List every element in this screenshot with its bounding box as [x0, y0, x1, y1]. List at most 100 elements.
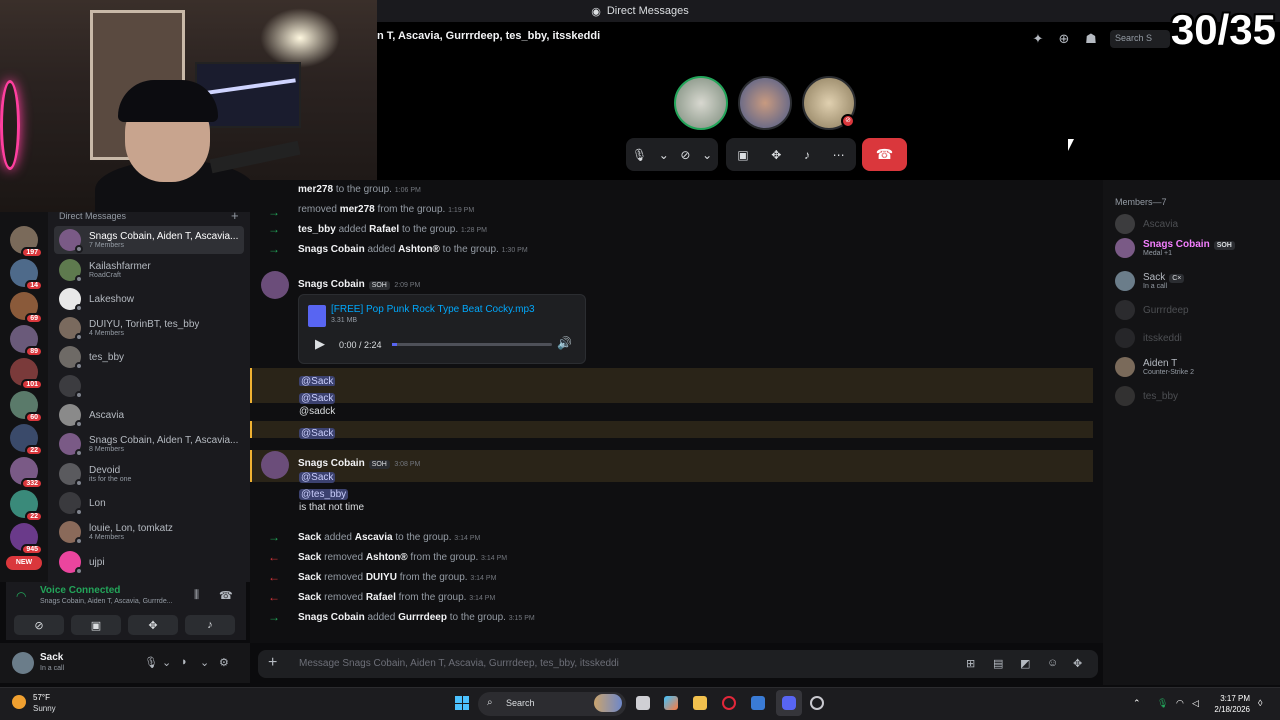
server-icon[interactable]: 22 [10, 424, 43, 456]
mic-icon[interactable]: 🎙 [144, 656, 158, 669]
disconnect-icon[interactable]: ☎ [219, 589, 233, 602]
chevron-up-icon[interactable]: ⌃ [1133, 698, 1141, 709]
play-icon[interactable]: ▶ [315, 336, 325, 352]
dm-item[interactable]: Snags Cobain, Aiden T, Ascavia... 8 Membe… [54, 430, 244, 458]
volume-icon[interactable]: 🔊 [557, 336, 572, 350]
store-icon[interactable] [751, 696, 765, 710]
chevron-down-icon[interactable]: ⌄ [659, 148, 669, 162]
gear-icon[interactable]: ⚙ [219, 656, 229, 669]
wifi-icon[interactable]: ◠ [1176, 698, 1184, 709]
hangup-button[interactable]: ☎ [862, 138, 907, 171]
dm-item[interactable]: Kailashfarmer RoadCraft [54, 256, 244, 284]
voice-connected-sub[interactable]: Snags Cobain, Aiden T, Ascavia, Gurrrde.… [40, 598, 173, 605]
obs-icon[interactable] [810, 696, 824, 710]
file-explorer-icon[interactable] [693, 696, 707, 710]
attachment-name[interactable]: [FREE] Pop Punk Rock Type Beat Cocky.mp3 [331, 304, 535, 315]
avatar[interactable] [12, 652, 34, 674]
mention[interactable]: @tes_bby [299, 489, 349, 500]
headphones-icon[interactable]: ◗ [181, 656, 188, 668]
avatar[interactable] [261, 271, 289, 299]
mention[interactable]: @Sack [299, 428, 336, 439]
guild-tag[interactable]: SOH [1213, 241, 1235, 250]
server-icon[interactable]: 197 [10, 226, 43, 258]
sticker-icon[interactable]: ◩ [1020, 657, 1030, 670]
opera-icon[interactable] [722, 696, 736, 710]
clock-time[interactable]: 3:17 PM [1210, 694, 1250, 703]
member-item[interactable]: itsskeddi [1115, 326, 1182, 350]
sys-target[interactable]: Ashton® [398, 244, 440, 255]
clock-date[interactable]: 2/18/2026 [1210, 705, 1250, 714]
audio-seekbar[interactable] [392, 343, 552, 346]
member-item[interactable]: Sack C× In a call [1115, 269, 1185, 293]
speaker-icon[interactable]: ◁ [1192, 698, 1199, 709]
mic-tray-icon[interactable]: 🎙 [1157, 698, 1168, 709]
sys-target[interactable]: Ashton® [366, 552, 408, 563]
camera-button[interactable]: ⊘ [14, 615, 64, 635]
sys-actor[interactable]: Sack [298, 572, 321, 583]
screen-share-button[interactable]: ▣ [71, 615, 121, 635]
windows-start-icon[interactable] [455, 696, 469, 710]
soundboard-icon[interactable]: ♪ [804, 148, 810, 162]
sys-target[interactable]: Ascavia [355, 532, 393, 543]
voice-connected-title[interactable]: Voice Connected [40, 585, 120, 596]
call-participant-avatar[interactable] [674, 76, 728, 130]
weather-temp[interactable]: 57°F [33, 693, 50, 702]
dm-item[interactable]: Ascavia [54, 401, 244, 429]
member-item[interactable]: Gurrrdeep [1115, 298, 1189, 322]
member-item[interactable]: Aiden T Counter-Strike 2 [1115, 355, 1194, 379]
chevron-down-icon[interactable]: ⌄ [162, 656, 171, 669]
mic-icon[interactable]: 🎙 [632, 148, 647, 162]
sys-actor[interactable]: Sack [298, 592, 321, 603]
sys-actor[interactable]: Sack [298, 552, 321, 563]
server-icon[interactable]: 69 [10, 292, 43, 324]
create-dm-icon[interactable]: + [231, 208, 239, 223]
dm-item[interactable]: Snags Cobain, Aiden T, Ascavia... 7 Membe… [54, 226, 244, 254]
sys-target[interactable]: Rafael [366, 592, 396, 603]
guild-tag[interactable]: C× [1169, 274, 1185, 283]
guild-tag[interactable]: SOH [368, 460, 390, 469]
sys-actor[interactable]: mer278 [298, 184, 333, 195]
noise-suppression-icon[interactable]: ⫼ [194, 589, 199, 602]
soundboard-button[interactable]: ♪ [185, 615, 235, 635]
chevron-down-icon[interactable]: ⌄ [702, 148, 712, 162]
mention[interactable]: @Sack [299, 393, 336, 404]
server-icon[interactable]: 332 [10, 457, 43, 489]
copilot-icon[interactable] [664, 696, 678, 710]
server-icon[interactable]: 945 [10, 523, 43, 555]
user-name[interactable]: Sack [40, 652, 63, 663]
bell-icon[interactable]: ◊ [1258, 698, 1262, 708]
new-badge[interactable]: NEW [6, 556, 42, 570]
discord-icon[interactable] [782, 696, 796, 710]
sys-target[interactable]: Gurrrdeep [398, 612, 447, 623]
sys-actor[interactable]: Snags Cobain [298, 612, 365, 623]
sys-actor[interactable]: Sack [298, 532, 321, 543]
upload-plus-icon[interactable]: + [268, 654, 277, 672]
server-icon[interactable]: 60 [10, 391, 43, 423]
screen-share-icon[interactable]: ▣ [737, 148, 748, 162]
dm-item[interactable]: Devoid its for the one [54, 460, 244, 488]
dm-item[interactable]: DUIYU, TorinBT, tes_bby 4 Members [54, 314, 244, 342]
mention[interactable]: @Sack [299, 472, 336, 483]
weather-desc[interactable]: Sunny [33, 704, 56, 713]
avatar[interactable] [261, 451, 289, 479]
emoji-icon[interactable]: ☺ [1047, 657, 1058, 669]
chevron-down-icon[interactable]: ⌄ [200, 656, 209, 669]
guild-tag[interactable]: SOH [368, 281, 390, 290]
composer-placeholder[interactable]: Message Snags Cobain, Aiden T, Ascavia, … [299, 658, 619, 669]
mic-control[interactable]: 🎙 ⌄ ⊘ ⌄ [626, 138, 718, 171]
server-icon[interactable]: 14 [10, 259, 43, 291]
task-view-icon[interactable] [636, 696, 650, 710]
sys-target[interactable]: mer278 [340, 204, 375, 215]
dm-item[interactable] [54, 372, 244, 400]
dm-item[interactable]: louie, Lon, tomkatz 4 Members [54, 518, 244, 546]
activities-icon[interactable]: ✥ [771, 148, 781, 162]
activities-button[interactable]: ✥ [128, 615, 178, 635]
gift-icon[interactable]: ⊞ [966, 657, 975, 670]
add-friends-icon[interactable]: ⊕ [1057, 32, 1071, 46]
sys-actor[interactable]: tes_bby [298, 224, 336, 235]
sys-target[interactable]: Rafael [369, 224, 399, 235]
camera-off-icon[interactable]: ⊘ [680, 148, 690, 162]
more-icon[interactable]: ⋯ [833, 148, 845, 162]
member-item[interactable]: Ascavia [1115, 212, 1178, 236]
gif-icon[interactable]: ▤ [993, 657, 1003, 670]
